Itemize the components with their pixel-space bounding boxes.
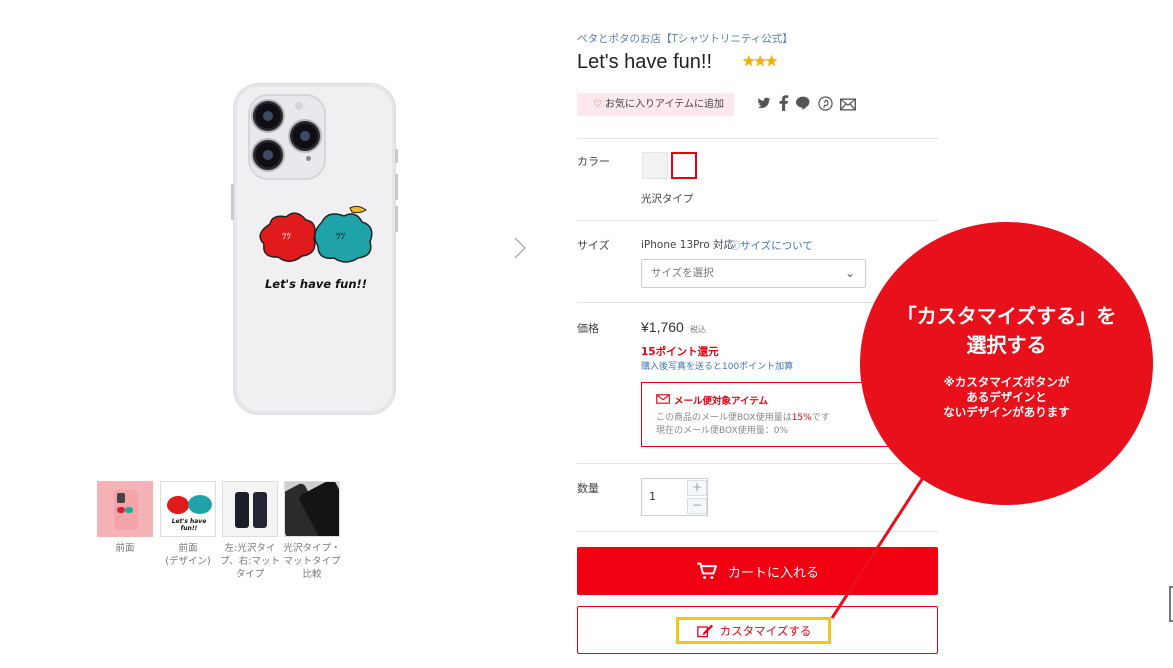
mail-icon	[656, 394, 670, 404]
phone-side-button	[231, 184, 234, 220]
design-artwork: ﾂﾂ ﾂﾂ Let's have fun!!	[259, 205, 373, 291]
mail-usage-text: この商品のメール便BOX使用量は15%です	[656, 413, 830, 423]
quantity-label: 数量	[577, 482, 599, 495]
design-caption: Let's have fun!!	[265, 277, 367, 291]
price-value: ¥1,760	[641, 319, 684, 335]
divider	[577, 220, 938, 221]
thumbnail-caption: 前面	[115, 543, 135, 554]
divider	[577, 531, 938, 532]
points-reward: 15ポイント還元	[641, 346, 719, 358]
customize-button-label: カスタマイズする	[719, 623, 812, 638]
product-main-image: ﾂﾂ ﾂﾂ Let's have fun!!	[231, 83, 398, 415]
facebook-icon[interactable]	[778, 95, 789, 111]
camera-module	[248, 94, 326, 180]
add-to-cart-label: カートに入れる	[727, 565, 819, 581]
selected-color-name: 光沢タイプ	[641, 193, 694, 205]
pinterest-icon[interactable]	[818, 96, 833, 111]
callout-note-line: ないデザインがあります	[943, 405, 1070, 419]
mail-delivery-title: メール便対象アイテム	[674, 396, 769, 407]
callout-title-line: 「カスタマイズする」を	[896, 304, 1117, 328]
product-title: Let's have fun!!	[577, 51, 713, 73]
thumbnail-caption: 左:光沢タイプ、右:マットタイプ	[220, 543, 280, 580]
page-edge-bracket	[1169, 586, 1173, 622]
callout-bubble	[860, 222, 1153, 505]
thumbnail-finish-compare[interactable]	[284, 481, 340, 537]
camera-flash	[295, 102, 303, 110]
photo-bonus-link[interactable]: 購入後写真を送ると100ポイント加算	[641, 359, 793, 372]
twitter-icon[interactable]	[757, 96, 771, 110]
tax-label: 税込	[690, 325, 706, 334]
customize-button-highlight[interactable]: カスタマイズする	[676, 617, 831, 644]
phone-side-button	[395, 149, 398, 163]
quantity-input[interactable]: 1	[649, 490, 656, 503]
rating-stars: ★★★	[742, 52, 778, 70]
thumbnail-design-text: Let's have fun!!	[171, 518, 207, 532]
line-icon[interactable]	[795, 96, 811, 110]
quantity-increase-button[interactable]: +	[687, 480, 707, 496]
next-image-chevron-icon[interactable]	[513, 236, 527, 260]
thumbnail-caption: 前面 (デザイン)	[165, 543, 211, 567]
chevron-down-icon: ⌄	[844, 266, 855, 280]
color-label: カラー	[577, 155, 610, 168]
callout-note-line: ※カスタマイズボタンが	[943, 375, 1070, 389]
camera-lens	[288, 119, 322, 153]
size-model: iPhone 13Pro 対応	[641, 239, 735, 251]
heart-icon: ♡	[593, 99, 602, 110]
callout-note-line: あるデザインと	[966, 390, 1047, 404]
thumbnail-caption: 光沢タイプ・マットタイプ比較	[283, 543, 341, 580]
help-circle-icon: ⓘ	[730, 241, 740, 252]
mail-current-usage: 現在のメール便BOX使用量：0%	[656, 426, 788, 436]
phone-side-button	[395, 174, 398, 200]
edit-pen-icon	[696, 624, 713, 637]
add-to-cart-button[interactable]: カートに入れる	[577, 547, 938, 595]
callout-note: ※カスタマイズボタンが あるデザインと ないデザインがあります	[865, 375, 1148, 420]
mail-icon[interactable]	[840, 98, 856, 111]
cart-icon	[697, 562, 717, 580]
add-favorite-button[interactable]: ♡ お気に入りアイテムに追加	[577, 93, 734, 116]
phone-side-button	[395, 206, 398, 232]
divider	[577, 138, 938, 139]
thumbnail-design[interactable]: Let's have fun!!	[160, 481, 216, 537]
size-select-placeholder: サイズを選択	[651, 267, 714, 279]
size-label: サイズ	[577, 239, 610, 252]
size-guide-link[interactable]: ⓘサイズについて	[730, 237, 813, 253]
camera-sensor	[306, 156, 311, 161]
camera-lens	[251, 138, 285, 172]
price-label: 価格	[577, 322, 599, 335]
shop-name-link[interactable]: ペタとポタのお店【Tシャツトリニティ公式】	[577, 31, 793, 46]
color-swatch-option[interactable]	[642, 152, 668, 179]
divider	[577, 463, 938, 464]
callout-title: 「カスタマイズする」を 選択する	[865, 302, 1148, 360]
svg-text:ﾂﾂ: ﾂﾂ	[336, 232, 346, 242]
thumbnail-type-compare[interactable]	[222, 481, 278, 537]
svg-text:ﾂﾂ: ﾂﾂ	[282, 232, 292, 242]
add-favorite-label: お気に入りアイテムに追加	[604, 99, 724, 110]
color-swatch-selected[interactable]	[671, 152, 697, 179]
size-guide-label: サイズについて	[740, 240, 813, 252]
camera-lens	[251, 99, 285, 133]
thumbnail-front[interactable]	[97, 481, 153, 537]
size-select[interactable]: サイズを選択 ⌄	[641, 259, 866, 288]
callout-title-line: 選択する	[966, 333, 1047, 357]
quantity-decrease-button[interactable]: −	[687, 498, 707, 514]
